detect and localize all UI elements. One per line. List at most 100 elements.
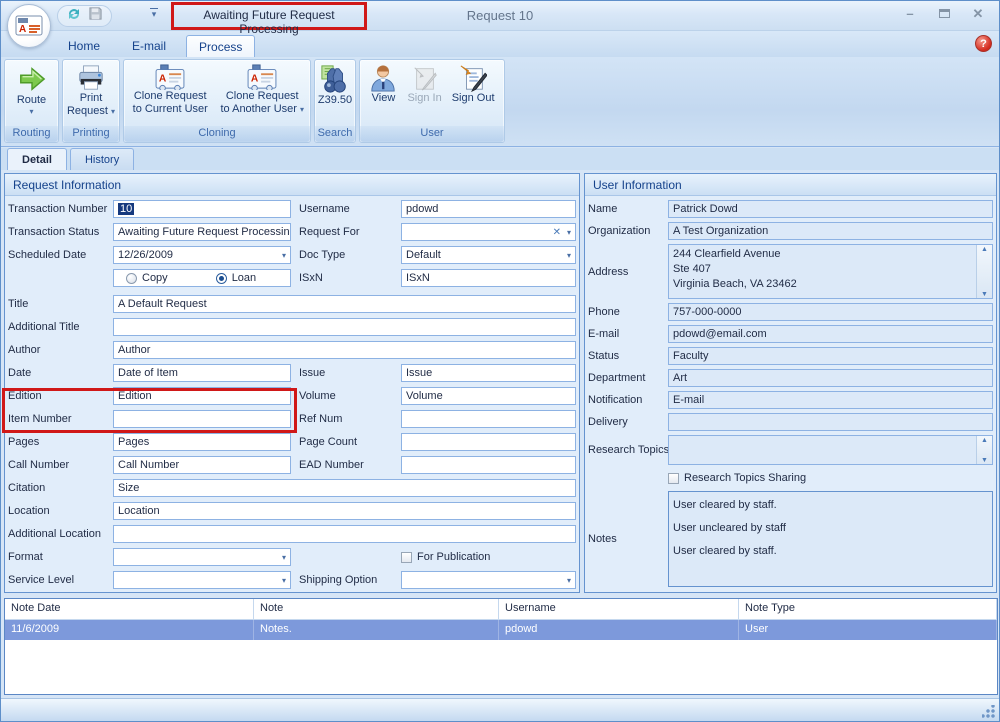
print-request-button[interactable]: Print Request ▾ — [63, 62, 119, 118]
table-row-selected[interactable]: 11/6/2009 Notes. pdowd User — [5, 620, 997, 640]
notification-field[interactable]: E-mail — [668, 391, 993, 409]
email-field[interactable]: pdowd@email.com — [668, 325, 993, 343]
research-topics-field[interactable]: ▲ ▼ — [668, 435, 993, 465]
additional-title-field[interactable] — [113, 318, 576, 336]
ref-num-field[interactable] — [401, 410, 576, 428]
close-button[interactable]: ✕ — [969, 6, 987, 22]
notes-label: Notes — [588, 491, 668, 587]
scroll-up-icon: ▲ — [981, 436, 988, 446]
date-label: Date — [8, 364, 113, 382]
for-publication-checkbox[interactable]: For Publication — [401, 548, 576, 566]
group-label-user: User — [360, 126, 504, 142]
address-field[interactable]: 244 Clearfield Avenue Ste 407 Virginia B… — [668, 244, 993, 299]
column-header-note-date[interactable]: Note Date — [5, 599, 254, 619]
minimize-button[interactable]: – — [901, 6, 919, 22]
cell-note-type: User — [739, 620, 997, 640]
username-field[interactable]: pdowd — [401, 200, 576, 218]
help-button[interactable]: ? — [975, 35, 992, 52]
doc-type-combo[interactable]: Default ▾ — [401, 246, 576, 264]
maximize-icon — [939, 9, 950, 18]
location-field[interactable]: Location — [113, 502, 576, 520]
tab-history[interactable]: History — [70, 148, 134, 170]
document-tab-bar: Detail History — [1, 148, 999, 170]
phone-field[interactable]: 757-000-0000 — [668, 303, 993, 321]
page-count-field[interactable] — [401, 433, 576, 451]
shipping-option-combo[interactable]: ▾ — [401, 571, 576, 589]
chevron-down-icon[interactable]: ▾ — [567, 251, 571, 260]
titlebar-status-label: Awaiting Future Request Processing — [176, 8, 362, 36]
clone-request-another-user-button[interactable]: A Clone Request to Another User ▾ — [216, 62, 308, 116]
route-arrow-icon — [17, 64, 47, 94]
pages-field[interactable]: Pages — [113, 433, 291, 451]
sign-out-button[interactable]: Sign Out — [448, 62, 499, 105]
copy-radio[interactable]: Copy — [126, 272, 168, 284]
author-field[interactable]: Author — [113, 341, 576, 359]
sign-in-button[interactable]: Sign In — [403, 62, 445, 105]
request-for-combo[interactable]: ✕▾ — [401, 223, 576, 241]
ead-number-field[interactable] — [401, 456, 576, 474]
group-label-printing: Printing — [63, 126, 119, 142]
tab-process[interactable]: Process — [186, 35, 255, 57]
column-header-username[interactable]: Username — [499, 599, 739, 619]
print-dropdown-icon: ▾ — [111, 107, 115, 116]
research-topics-sharing-checkbox[interactable]: Research Topics Sharing — [668, 469, 993, 487]
chevron-down-icon[interactable]: ▾ — [282, 553, 286, 562]
transaction-status-label: Transaction Status — [8, 223, 113, 241]
ribbon-tab-row: Home E-mail Process — [1, 31, 999, 57]
tab-email[interactable]: E-mail — [120, 35, 178, 57]
chevron-down-icon[interactable]: ▾ — [567, 576, 571, 585]
ribbon-group-printing: Print Request ▾ Printing — [62, 59, 120, 143]
resize-grip[interactable] — [982, 705, 996, 719]
scroll-down-icon: ▼ — [981, 456, 988, 465]
call-number-field[interactable]: Call Number — [113, 456, 291, 474]
cell-username: pdowd — [499, 620, 739, 640]
tab-detail[interactable]: Detail — [7, 148, 67, 170]
delivery-field[interactable] — [668, 413, 993, 431]
name-field[interactable]: Patrick Dowd — [668, 200, 993, 218]
maximize-button[interactable] — [935, 6, 953, 22]
transaction-number-field[interactable]: 10 — [113, 200, 291, 218]
edition-field[interactable]: Edition — [113, 387, 291, 405]
service-level-combo[interactable]: ▾ — [113, 571, 291, 589]
binoculars-icon — [320, 64, 350, 94]
clear-icon[interactable]: ✕ — [553, 227, 561, 238]
department-field[interactable]: Art — [668, 369, 993, 387]
user-notes-field[interactable]: User cleared by staff. User uncleared by… — [668, 491, 993, 587]
application-menu-button[interactable]: A — [7, 4, 51, 48]
volume-field[interactable]: Volume — [401, 387, 576, 405]
organization-field[interactable]: A Test Organization — [668, 222, 993, 240]
column-header-note[interactable]: Note — [254, 599, 499, 619]
route-button[interactable]: Route ▾ — [13, 62, 51, 116]
additional-location-field[interactable] — [113, 525, 576, 543]
transaction-status-field[interactable]: Awaiting Future Request Processing — [113, 223, 291, 241]
issue-field[interactable]: Issue — [401, 364, 576, 382]
column-header-note-type[interactable]: Note Type — [739, 599, 997, 619]
address-label: Address — [588, 244, 668, 299]
window-controls: – ✕ — [901, 6, 987, 22]
isxn-field[interactable]: ISxN — [401, 269, 576, 287]
delivery-label: Delivery — [588, 413, 668, 431]
date-field[interactable]: Date of Item — [113, 364, 291, 382]
sign-out-icon — [459, 64, 487, 92]
cell-note: Notes. — [254, 620, 499, 640]
route-dropdown-icon: ▾ — [29, 107, 33, 116]
scheduled-date-picker[interactable]: 12/26/2009 ▾ — [113, 246, 291, 264]
organization-label: Organization — [588, 222, 668, 240]
isxn-label: ISxN — [299, 269, 401, 287]
format-combo[interactable]: ▾ — [113, 548, 291, 566]
loan-radio[interactable]: Loan — [216, 272, 256, 284]
group-label-cloning: Cloning — [124, 126, 310, 142]
citation-field[interactable]: Size — [113, 479, 576, 497]
address-scrollbar[interactable]: ▲ ▼ — [976, 245, 992, 299]
title-field[interactable]: A Default Request — [113, 295, 576, 313]
chevron-down-icon[interactable]: ▾ — [282, 251, 286, 260]
status-field[interactable]: Faculty — [668, 347, 993, 365]
tab-home[interactable]: Home — [56, 35, 112, 57]
chevron-down-icon[interactable]: ▾ — [282, 576, 286, 585]
chevron-down-icon[interactable]: ▾ — [567, 228, 571, 237]
z3950-button[interactable]: Z39.50 — [314, 62, 356, 107]
item-number-field[interactable] — [113, 410, 291, 428]
view-user-button[interactable]: View — [365, 62, 401, 105]
research-topics-scrollbar[interactable]: ▲ ▼ — [976, 436, 992, 465]
clone-request-current-user-button[interactable]: A Clone Request to Current User — [126, 62, 214, 116]
